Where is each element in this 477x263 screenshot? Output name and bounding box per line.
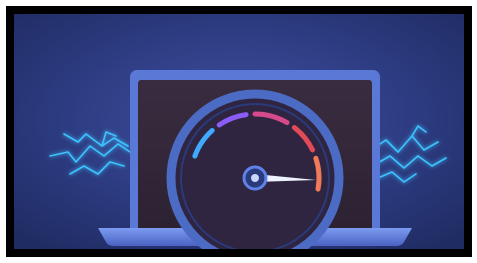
image-frame <box>0 0 477 263</box>
illustration-svg <box>6 6 472 257</box>
illustration <box>6 6 472 257</box>
speedometer-gauge-icon <box>166 89 344 257</box>
